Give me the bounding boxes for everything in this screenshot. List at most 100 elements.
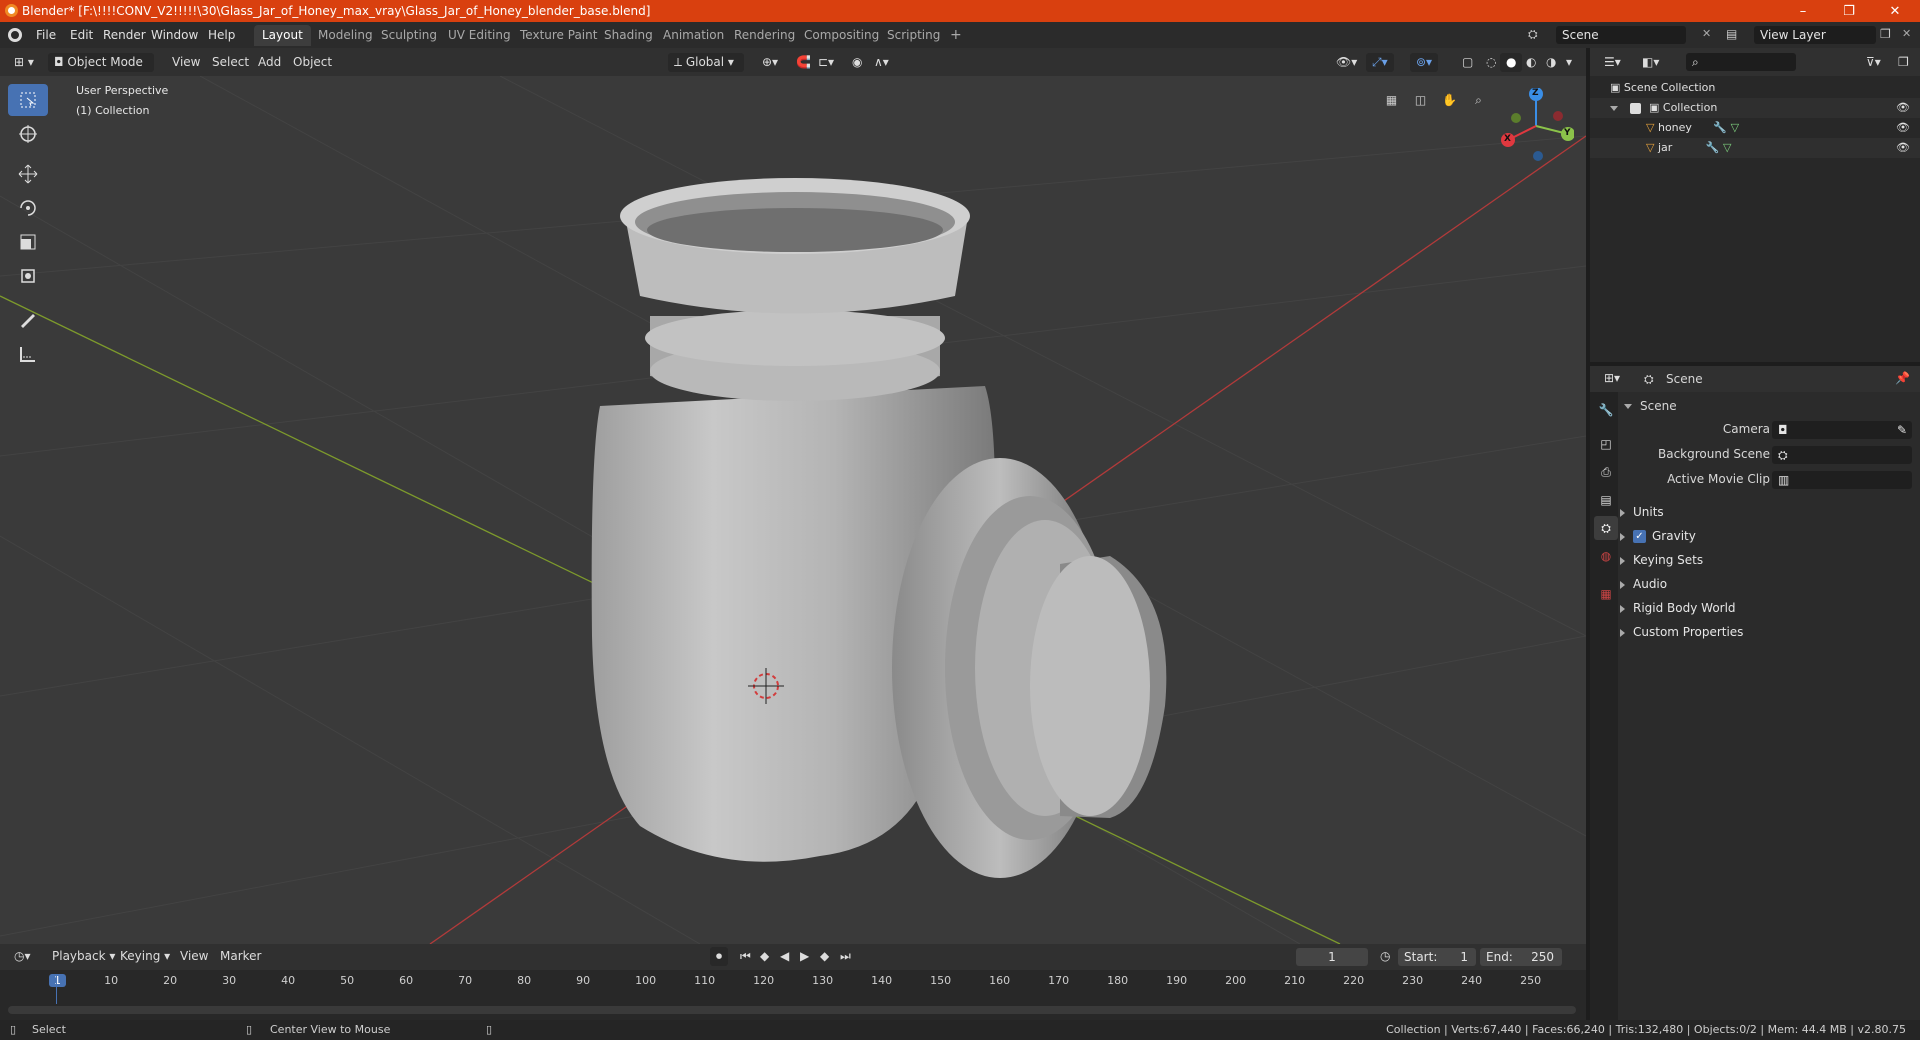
play-reverse-icon[interactable]: ◀ <box>774 947 795 966</box>
start-frame-field[interactable]: Start: 1 <box>1398 948 1476 966</box>
texture-tab-icon[interactable]: ▦ <box>1594 582 1618 606</box>
tab-layout[interactable]: Layout <box>254 25 311 46</box>
maximize-button[interactable]: ❐ <box>1826 0 1872 22</box>
collection-checkbox[interactable] <box>1629 102 1641 114</box>
scene-icon[interactable]: ⛭ <box>1528 27 1544 43</box>
outliner-row-scene-collection[interactable]: ▣ Scene Collection <box>1590 78 1920 98</box>
xray-toggle-icon[interactable]: ▢ <box>1456 53 1479 72</box>
modifier-wrench-icon[interactable]: 🔧 <box>1706 141 1720 154</box>
scale-tool-icon[interactable] <box>8 226 48 258</box>
record-icon[interactable]: ⏺ <box>710 947 729 966</box>
outliner-search-input[interactable]: ⌕ <box>1686 53 1796 71</box>
mesh-data-icon[interactable]: ▽ <box>1731 121 1739 134</box>
visibility-eye-icon[interactable]: 👁 <box>1896 98 1910 118</box>
outliner-row-honey[interactable]: ▽ honey 🔧 ▽ 👁 <box>1590 118 1920 138</box>
viewport-menu-view[interactable]: View <box>166 53 206 72</box>
timeline-editor-type-icon[interactable]: ◷▾ <box>8 947 37 966</box>
tab-shading[interactable]: Shading <box>596 25 661 46</box>
marker-menu[interactable]: Marker <box>214 947 267 966</box>
menu-render[interactable]: Render <box>97 26 152 44</box>
menu-file[interactable]: File <box>30 26 62 44</box>
viewport-menu-select[interactable]: Select <box>206 53 255 72</box>
next-keyframe-icon[interactable]: ◆ <box>814 947 835 966</box>
transform-orientation-dropdown[interactable]: ⟂ Global ▾ <box>668 53 744 72</box>
tab-sculpting[interactable]: Sculpting <box>373 25 445 46</box>
timeline-view-menu[interactable]: View <box>174 947 214 966</box>
outliner-row-jar[interactable]: ▽ jar 🔧 ▽ 👁 <box>1590 138 1920 158</box>
display-mode-icon[interactable]: ◧▾ <box>1636 53 1665 72</box>
tab-modeling[interactable]: Modeling <box>310 25 381 46</box>
frame-ruler[interactable]: 1 10 20 30 40 50 60 70 80 90 100 110 120 130 140 150 160… <box>0 974 1586 992</box>
tool-settings-tab-icon[interactable]: 🔧 <box>1594 398 1618 422</box>
tab-animation[interactable]: Animation <box>655 25 732 46</box>
tab-scripting[interactable]: Scripting <box>879 25 948 46</box>
close-button[interactable]: ✕ <box>1872 0 1918 22</box>
menu-help[interactable]: Help <box>202 26 241 44</box>
scene-tab-icon[interactable]: ⛭ <box>1594 516 1618 540</box>
menu-edit[interactable]: Edit <box>64 26 99 44</box>
proportional-edit-icon[interactable]: ◉ <box>846 53 868 72</box>
view-layer-icon[interactable]: ▤ <box>1726 27 1737 41</box>
select-box-tool-icon[interactable] <box>8 84 48 116</box>
world-tab-icon[interactable]: ◍ <box>1594 544 1618 568</box>
zoom-icon[interactable]: ⌕ <box>1467 88 1490 112</box>
render-tab-icon[interactable]: ◰ <box>1594 432 1618 456</box>
playhead[interactable] <box>56 974 57 1004</box>
new-view-layer-icon[interactable]: ❐ <box>1880 27 1891 41</box>
view-layer-tab-icon[interactable]: ▤ <box>1594 488 1618 512</box>
new-collection-icon[interactable]: ❐ <box>1892 53 1915 72</box>
eyedropper-icon[interactable]: ✎ <box>1897 421 1907 439</box>
modifier-wrench-icon[interactable]: 🔧 <box>1713 121 1727 134</box>
prev-keyframe-icon[interactable]: ◆ <box>754 947 775 966</box>
units-panel[interactable]: Units <box>1620 502 1664 522</box>
keying-menu[interactable]: Keying ▾ <box>114 947 176 966</box>
gravity-panel[interactable]: ✓ Gravity <box>1620 526 1696 546</box>
blender-menu-icon[interactable] <box>8 28 22 42</box>
visibility-eye-icon[interactable]: 👁 <box>1896 138 1910 158</box>
scene-field[interactable]: Scene <box>1556 26 1686 44</box>
falloff-icon[interactable]: ∧▾ <box>868 53 895 72</box>
timeline-scrollbar[interactable] <box>8 1006 1576 1014</box>
gravity-checkbox[interactable]: ✓ <box>1633 530 1646 543</box>
gizmo-toggle-icon[interactable]: ⤢▾ <box>1366 53 1394 72</box>
viewport-canvas[interactable] <box>0 76 1586 944</box>
audio-panel[interactable]: Audio <box>1620 574 1667 594</box>
outliner-row-collection[interactable]: ▣ Collection 👁 <box>1590 98 1920 118</box>
custom-properties-panel[interactable]: Custom Properties <box>1620 622 1743 642</box>
background-scene-field[interactable]: ⛭ <box>1772 446 1912 464</box>
grid-view-icon[interactable]: ▦ <box>1380 88 1403 112</box>
honey-object[interactable] <box>892 458 1167 878</box>
current-frame-field[interactable]: 1 <box>1296 948 1368 966</box>
viewport-menu-add[interactable]: Add <box>252 53 287 72</box>
editor-type-icon[interactable]: ⊞ ▾ <box>8 53 40 72</box>
filter-icon[interactable]: ⊽▾ <box>1860 53 1887 72</box>
output-tab-icon[interactable]: ⎙ <box>1594 460 1618 484</box>
mesh-data-icon[interactable]: ▽ <box>1723 141 1731 154</box>
snap-target-icon[interactable]: ⊏▾ <box>812 53 840 72</box>
camera-view-icon[interactable]: ◫ <box>1409 88 1432 112</box>
annotate-tool-icon[interactable] <box>8 304 48 336</box>
end-frame-field[interactable]: End: 250 <box>1480 948 1562 966</box>
tab-uv-editing[interactable]: UV Editing <box>440 25 519 46</box>
tab-texture-paint[interactable]: Texture Paint <box>512 25 605 46</box>
pin-icon[interactable]: 📌 <box>1895 371 1910 385</box>
active-movie-clip-field[interactable]: ▥ <box>1772 471 1912 489</box>
play-icon[interactable]: ▶ <box>794 947 815 966</box>
keying-sets-panel[interactable]: Keying Sets <box>1620 550 1703 570</box>
add-workspace-button[interactable]: + <box>942 25 970 46</box>
outliner-editor-type-icon[interactable]: ☰▾ <box>1598 53 1627 72</box>
expand-arrow-icon[interactable] <box>1610 105 1618 111</box>
view-layer-field[interactable]: View Layer <box>1754 26 1876 44</box>
visibility-eye-icon[interactable]: 👁 <box>1896 118 1910 138</box>
minimize-button[interactable]: – <box>1780 0 1826 22</box>
menu-window[interactable]: Window <box>145 26 204 44</box>
navigation-gizmo[interactable]: Z Y X <box>1498 87 1575 164</box>
visibility-icon[interactable]: 👁▾ <box>1330 53 1363 72</box>
move-tool-icon[interactable] <box>8 158 48 190</box>
tab-compositing[interactable]: Compositing <box>796 25 887 46</box>
jump-end-icon[interactable]: ⏭ <box>834 947 857 966</box>
measure-tool-icon[interactable] <box>8 338 48 370</box>
overlay-toggle-icon[interactable]: ⊚▾ <box>1410 53 1439 72</box>
cursor-tool-icon[interactable] <box>8 118 48 150</box>
preview-range-icon[interactable]: ◷ <box>1374 947 1396 966</box>
